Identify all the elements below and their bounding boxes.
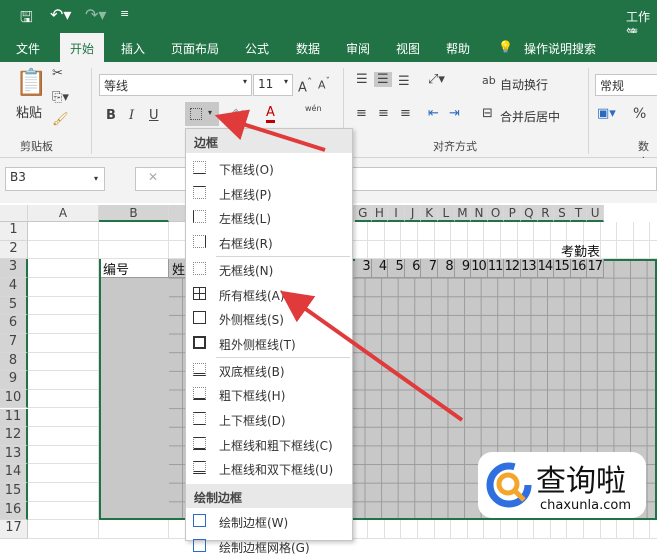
- arrow-to-all-borders: [279, 290, 464, 422]
- menu-item-label: 绘制边框网格(G): [219, 540, 310, 555]
- annotation-arrows: [214, 109, 464, 422]
- arrow-to-borders-button: [214, 109, 326, 152]
